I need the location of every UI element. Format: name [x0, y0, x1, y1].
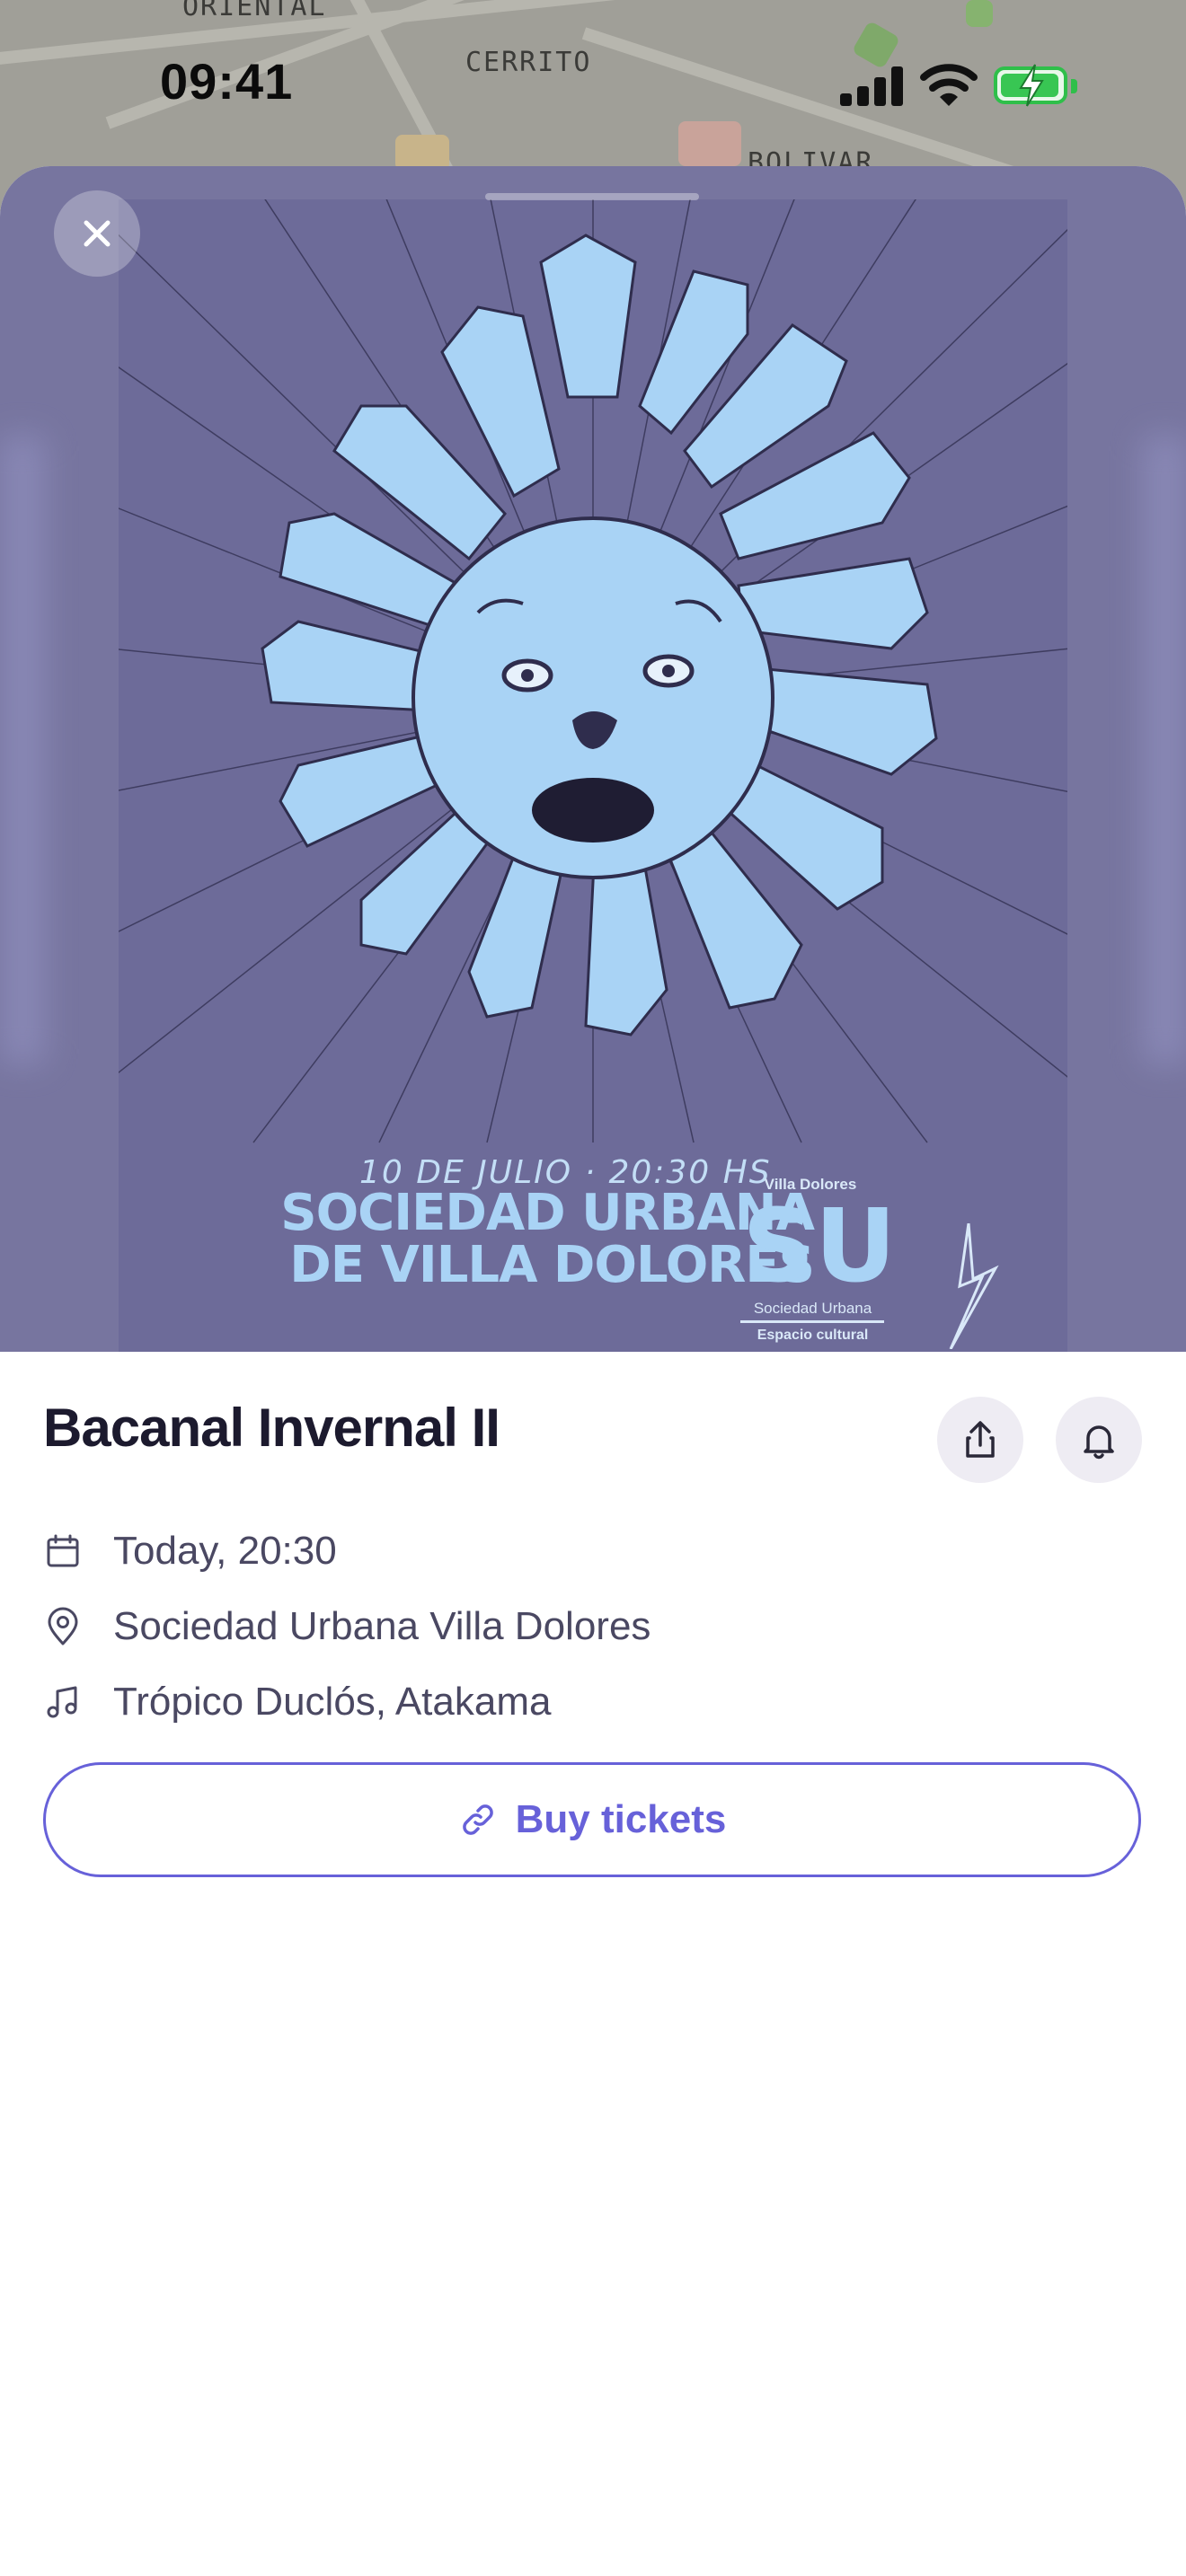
buy-tickets-label: Buy tickets	[515, 1797, 727, 1841]
share-icon	[966, 1421, 995, 1458]
status-bar: 09:41	[0, 0, 1186, 171]
share-button[interactable]	[937, 1397, 1023, 1483]
battery-cap	[1071, 79, 1077, 93]
event-date-row: Today, 20:30	[43, 1524, 337, 1578]
status-time: 09:41	[160, 53, 294, 110]
lightning-logo-icon	[949, 1223, 999, 1349]
cellular-signal-icon	[840, 65, 905, 106]
event-venue-row: Sociedad Urbana Villa Dolores	[43, 1600, 651, 1654]
poster-logo-divider	[740, 1320, 884, 1323]
poster-logo-mark: SU	[742, 1188, 897, 1305]
poster-logo-subtitle: Espacio cultural	[757, 1328, 869, 1343]
poster-blur-right	[1143, 436, 1186, 1064]
notify-button[interactable]	[1056, 1397, 1142, 1483]
poster-venue-line: DE VILLA DOLORES	[289, 1236, 815, 1294]
poster-blur-left	[0, 436, 45, 1064]
event-poster-image: 10 DE JULIO · 20:30 HS SOCIEDAD URBANA D…	[119, 199, 1067, 1352]
event-sheet: 10 DE JULIO · 20:30 HS SOCIEDAD URBANA D…	[0, 166, 1186, 2576]
event-venue: Sociedad Urbana Villa Dolores	[113, 1604, 651, 1648]
poster-venue-line: SOCIEDAD URBANA	[280, 1184, 815, 1242]
map-pin-icon	[43, 1607, 83, 1646]
link-icon	[462, 1804, 493, 1835]
music-note-icon	[43, 1682, 83, 1722]
event-title: Bacanal Invernal II	[43, 1398, 500, 1458]
calendar-icon	[43, 1531, 83, 1571]
poster-venue-text: SOCIEDAD URBANA DE VILLA DOLORES	[203, 1184, 815, 1294]
sheet-grabber[interactable]	[485, 193, 699, 200]
close-button[interactable]	[54, 190, 140, 277]
close-icon	[84, 220, 111, 247]
buy-tickets-button[interactable]: Buy tickets	[43, 1762, 1141, 1877]
event-artists: Trópico Duclós, Atakama	[113, 1680, 552, 1724]
event-poster-hero: 10 DE JULIO · 20:30 HS SOCIEDAD URBANA D…	[0, 166, 1186, 1352]
wifi-icon	[920, 64, 978, 106]
poster-logo-name: Sociedad Urbana	[753, 1300, 872, 1317]
charging-bolt-icon	[1019, 64, 1044, 107]
event-artists-row: Trópico Duclós, Atakama	[43, 1675, 551, 1729]
event-datetime: Today, 20:30	[113, 1529, 337, 1573]
bell-icon	[1084, 1425, 1114, 1460]
